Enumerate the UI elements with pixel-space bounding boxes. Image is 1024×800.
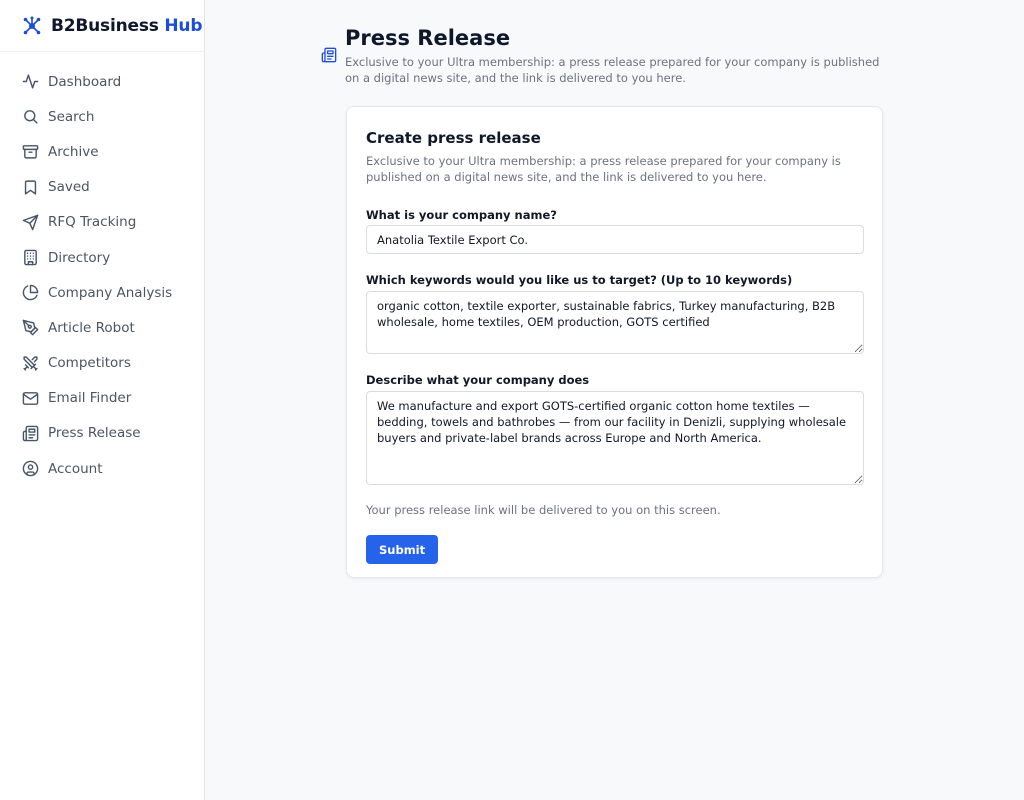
sidebar-item-search[interactable]: Search: [0, 99, 204, 134]
activity-icon: [22, 73, 39, 90]
sidebar-item-label: RFQ Tracking: [48, 214, 137, 231]
crossed-swords-icon: [22, 355, 39, 372]
sidebar-item-company-analysis[interactable]: Company Analysis: [0, 275, 204, 310]
search-icon: [22, 108, 39, 125]
press-release-form-card: Create press release Exclusive to your U…: [346, 106, 883, 578]
sidebar-item-label: Search: [48, 108, 95, 125]
sidebar-item-label: Email Finder: [48, 390, 132, 407]
form-title: Create press release: [366, 129, 541, 147]
sidebar-item-directory[interactable]: Directory: [0, 240, 204, 275]
page-subtitle: Exclusive to your Ultra membership: a pr…: [345, 55, 880, 85]
sidebar-item-label: Directory: [48, 249, 111, 266]
sidebar-item-dashboard[interactable]: Dashboard: [0, 64, 204, 99]
delivery-hint: Your press release link will be delivere…: [366, 503, 721, 517]
sidebar-item-email-finder[interactable]: Email Finder: [0, 381, 204, 416]
company-description-textarea[interactable]: We manufacture and export GOTS-certified…: [366, 391, 864, 485]
hub-network-icon: [22, 16, 42, 36]
sidebar-item-press-release[interactable]: Press Release: [0, 416, 204, 451]
sidebar-item-account[interactable]: Account: [0, 451, 204, 486]
sidebar-item-saved[interactable]: Saved: [0, 170, 204, 205]
brand-name: B2Business Hub: [51, 15, 203, 36]
sidebar-item-label: Article Robot: [48, 319, 135, 336]
archive-box-icon: [22, 143, 39, 160]
keywords-textarea[interactable]: organic cotton, textile exporter, sustai…: [366, 291, 864, 354]
newspaper-icon: [22, 425, 39, 442]
main-content: Press Release Exclusive to your Ultra me…: [205, 0, 1024, 800]
company-name-input[interactable]: [366, 225, 864, 254]
bookmark-icon: [22, 179, 39, 196]
sidebar-item-label: Archive: [48, 143, 99, 160]
keywords-label: Which keywords would you like us to targ…: [366, 273, 793, 287]
sidebar-item-competitors[interactable]: Competitors: [0, 346, 204, 381]
sidebar-item-label: Saved: [48, 179, 90, 196]
pen-nib-icon: [22, 319, 39, 336]
pie-chart-icon: [22, 284, 39, 301]
brand-logo[interactable]: B2Business Hub: [0, 0, 204, 52]
sidebar-item-label: Company Analysis: [48, 284, 173, 301]
sidebar-item-label: Account: [48, 460, 103, 477]
sidebar-nav: Dashboard Search Archive Saved RFQ Track…: [0, 52, 204, 486]
page-header: Press Release Exclusive to your Ultra me…: [321, 25, 885, 86]
sidebar-item-label: Dashboard: [48, 73, 122, 90]
submit-button[interactable]: Submit: [366, 535, 439, 564]
sidebar: B2Business Hub Dashboard Search Archive …: [0, 0, 205, 800]
sidebar-item-archive[interactable]: Archive: [0, 134, 204, 169]
sidebar-item-label: Competitors: [48, 355, 131, 372]
send-icon: [22, 214, 39, 231]
company-name-label: What is your company name?: [366, 208, 557, 222]
sidebar-item-label: Press Release: [48, 425, 141, 442]
user-circle-icon: [22, 460, 39, 477]
sidebar-item-article-robot[interactable]: Article Robot: [0, 310, 204, 345]
company-description-label: Describe what your company does: [366, 373, 590, 387]
page-title: Press Release: [345, 26, 511, 50]
newspaper-icon: [321, 47, 337, 63]
form-description: Exclusive to your Ultra membership: a pr…: [366, 154, 841, 184]
brand-accent: Hub: [164, 15, 203, 36]
sidebar-item-rfq-tracking[interactable]: RFQ Tracking: [0, 205, 204, 240]
mail-icon: [22, 390, 39, 407]
building-icon: [22, 249, 39, 266]
